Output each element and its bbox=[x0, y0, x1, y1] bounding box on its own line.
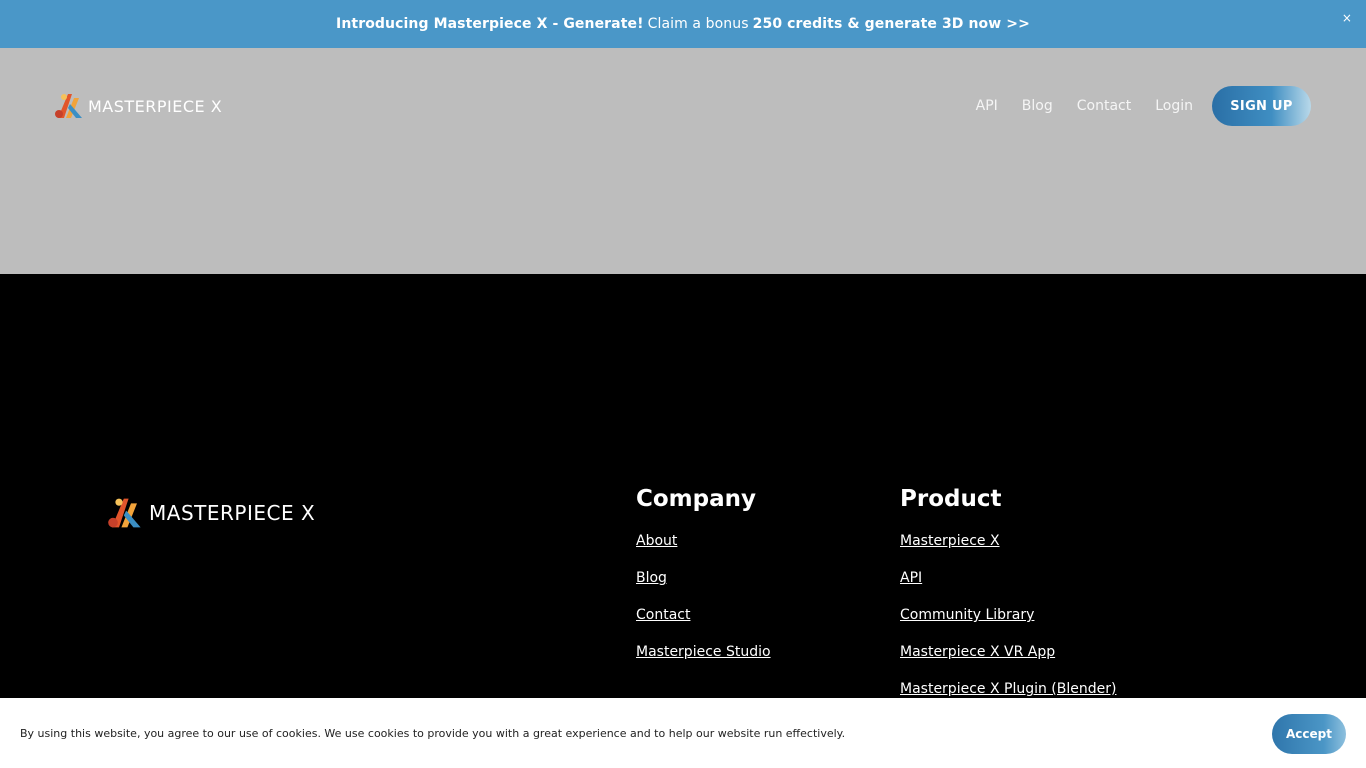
announcement-text[interactable]: Claim a bonus bbox=[648, 16, 749, 32]
footer-product-title: Product bbox=[900, 486, 1002, 512]
footer-link-masterpiece-studio[interactable]: Masterpiece Studio bbox=[636, 644, 771, 660]
nav-contact[interactable]: Contact bbox=[1077, 98, 1131, 114]
footer-logo-text: MASTERPIECE X bbox=[149, 501, 316, 525]
footer-link-blender-plugin[interactable]: Masterpiece X Plugin (Blender) bbox=[900, 681, 1116, 697]
site-header: MASTERPIECE X API Blog Contact Login SIG… bbox=[0, 48, 1366, 274]
footer-link-masterpiece-x[interactable]: Masterpiece X bbox=[900, 533, 1116, 549]
footer-company-column: Company About Blog Contact Masterpiece S… bbox=[636, 486, 771, 681]
announcement-bar[interactable]: Introducing Masterpiece X - Generate! Cl… bbox=[0, 0, 1366, 48]
footer-link-about[interactable]: About bbox=[636, 533, 771, 549]
cookie-text: By using this website, you agree to our … bbox=[20, 726, 846, 740]
site-footer: MASTERPIECE X Company About Blog Contact… bbox=[0, 274, 1366, 768]
logo-text: MASTERPIECE X bbox=[88, 96, 223, 116]
main-nav: API Blog Contact Login SIGN UP bbox=[976, 86, 1311, 126]
announcement-headline[interactable]: Introducing Masterpiece X - Generate! bbox=[336, 16, 644, 32]
footer-company-title: Company bbox=[636, 486, 756, 512]
footer-link-vr-app[interactable]: Masterpiece X VR App bbox=[900, 644, 1116, 660]
close-icon[interactable]: × bbox=[1342, 12, 1352, 24]
footer-link-contact[interactable]: Contact bbox=[636, 607, 771, 623]
footer-link-community-library[interactable]: Community Library bbox=[900, 607, 1116, 623]
nav-blog[interactable]: Blog bbox=[1022, 98, 1053, 114]
announcement-cta[interactable]: 250 credits & generate 3D now >> bbox=[753, 16, 1030, 32]
footer-link-api[interactable]: API bbox=[900, 570, 1116, 586]
footer-link-blog[interactable]: Blog bbox=[636, 570, 771, 586]
nav-api[interactable]: API bbox=[976, 98, 998, 114]
accept-cookies-button[interactable]: Accept bbox=[1272, 714, 1346, 754]
footer-product-column: Product Masterpiece X API Community Libr… bbox=[900, 486, 1116, 718]
logo-mark-icon bbox=[55, 94, 82, 118]
footer-logo[interactable]: MASTERPIECE X bbox=[107, 496, 315, 530]
cookie-banner: By using this website, you agree to our … bbox=[0, 698, 1366, 768]
logo-mark-icon bbox=[108, 498, 141, 528]
nav-login[interactable]: Login bbox=[1155, 98, 1193, 114]
header-logo[interactable]: MASTERPIECE X bbox=[54, 92, 222, 120]
signup-button[interactable]: SIGN UP bbox=[1212, 86, 1311, 126]
